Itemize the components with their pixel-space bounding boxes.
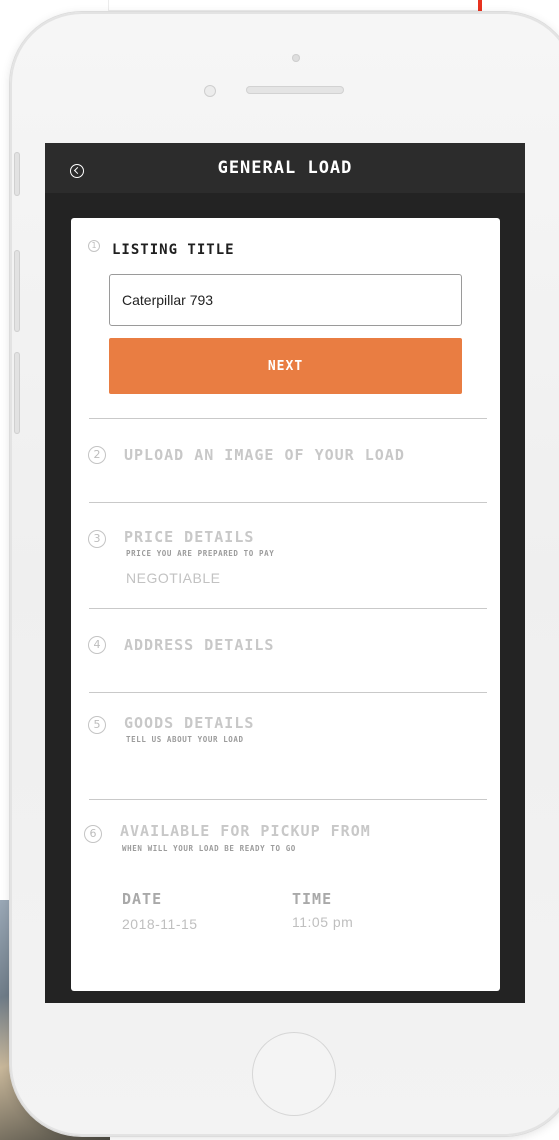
step-number-6: 6: [84, 825, 102, 843]
date-label: DATE: [122, 890, 163, 908]
price-value: NEGOTIABLE: [126, 570, 221, 586]
step-subtitle-price: PRICE YOU ARE PREPARED TO PAY: [126, 549, 275, 558]
step-subtitle-goods: TELL US ABOUT YOUR LOAD: [126, 735, 244, 744]
step-subtitle-pickup: WHEN WILL YOUR LOAD BE READY TO GO: [122, 844, 296, 853]
step-title-address[interactable]: ADDRESS DETAILS: [124, 636, 274, 654]
date-value[interactable]: 2018-11-15: [122, 916, 198, 932]
step-title-price[interactable]: PRICE DETAILS: [124, 528, 254, 546]
volume-down-button: [14, 352, 20, 434]
earpiece-speaker: [246, 86, 344, 94]
divider: [89, 692, 487, 693]
step-title-goods[interactable]: GOODS DETAILS: [124, 714, 254, 732]
volume-up-button: [14, 250, 20, 332]
background-card: [108, 0, 482, 11]
divider: [89, 799, 487, 800]
page-title: GENERAL LOAD: [217, 158, 353, 178]
page-stage: GENERAL LOAD 1 LISTING TITLE NEXT 2 UPLO…: [0, 0, 559, 1140]
step-number-1: 1: [88, 240, 100, 252]
time-label: TIME: [292, 890, 333, 908]
app-header: GENERAL LOAD: [45, 143, 525, 193]
step-title-pickup[interactable]: AVAILABLE FOR PICKUP FROM: [120, 822, 371, 840]
mute-switch: [14, 152, 20, 196]
step-number-2: 2: [88, 446, 106, 464]
proximity-sensor: [204, 85, 216, 97]
step-number-5: 5: [88, 716, 106, 734]
step-title-listing: LISTING TITLE: [112, 242, 235, 258]
next-button[interactable]: NEXT: [109, 338, 462, 394]
app-screen: GENERAL LOAD 1 LISTING TITLE NEXT 2 UPLO…: [45, 143, 525, 1003]
divider: [89, 502, 487, 503]
divider: [89, 608, 487, 609]
home-button: [252, 1032, 336, 1116]
front-camera: [292, 54, 300, 62]
listing-form-card: 1 LISTING TITLE NEXT 2 UPLOAD AN IMAGE O…: [71, 218, 500, 991]
step-number-4: 4: [88, 636, 106, 654]
listing-title-input[interactable]: [109, 274, 462, 326]
divider: [89, 418, 487, 419]
step-number-3: 3: [88, 530, 106, 548]
time-value[interactable]: 11:05 pm: [292, 914, 353, 930]
step-title-upload[interactable]: UPLOAD AN IMAGE OF YOUR LOAD: [124, 446, 405, 464]
